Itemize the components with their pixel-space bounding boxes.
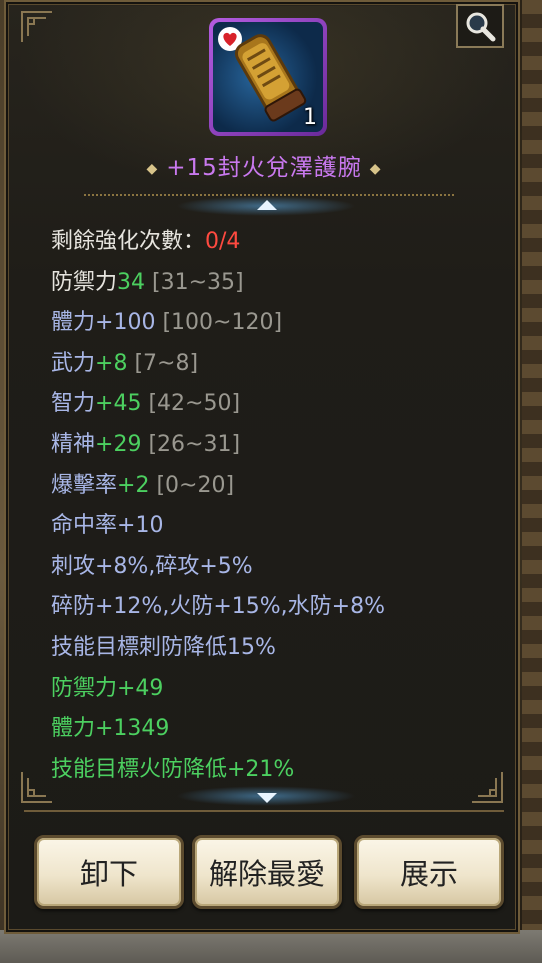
arrow-down-icon[interactable] [257, 793, 277, 803]
stat-label: 爆擊率 [51, 472, 118, 498]
stat-row: 智力+45 [42~50] [51, 386, 511, 427]
stat-label: 體力 [51, 310, 96, 336]
stat-value: +100 [95, 310, 156, 336]
stat-label: 武力 [51, 350, 96, 376]
unfavorite-button[interactable]: 解除最愛 [192, 835, 342, 909]
stat-label: 精神 [51, 431, 96, 457]
magnifier-icon[interactable] [456, 4, 504, 48]
stat-label: 技能目標火防降低+21% [51, 756, 295, 782]
diamond-icon: ◆ [369, 160, 382, 177]
scene-bottom-strip [0, 930, 542, 963]
stat-label: 碎防+12%,火防+15%,水防+8% [51, 594, 385, 620]
corner-ornament-icon [20, 10, 54, 44]
stat-row: 精神+29 [26~31] [51, 427, 511, 468]
stat-value: 0/4 [205, 229, 241, 254]
stat-label: 剩餘強化次數： [51, 229, 206, 254]
stat-row: 命中率+10 [51, 508, 511, 549]
unequip-button[interactable]: 卸下 [34, 835, 184, 909]
item-count: 1 [303, 105, 317, 130]
stat-label: 防禦力 [51, 269, 118, 295]
stat-label: 技能目標刺防降低15% [51, 634, 276, 660]
stat-row: 剩餘強化次數：0/4 [51, 224, 511, 265]
item-icon-slot[interactable]: 1 [209, 18, 327, 136]
stat-value: +29 [95, 431, 142, 457]
stat-row: 碎防+12%,火防+15%,水防+8% [51, 589, 511, 630]
stat-value: +45 [95, 391, 142, 417]
stat-row: 體力+1349 [51, 711, 511, 752]
stat-row: 武力+8 [7~8] [51, 346, 511, 387]
scene-edge-decoration [522, 0, 542, 963]
stat-label: 智力 [51, 391, 96, 417]
stat-value: +10 [117, 513, 164, 539]
item-name: +15封火兌澤護腕 [166, 155, 362, 181]
divider [24, 810, 504, 812]
stat-row: 體力+100 [100~120] [51, 305, 511, 346]
show-button[interactable]: 展示 [354, 835, 504, 909]
stat-value: +2 [117, 472, 150, 498]
stat-range: [42~50] [148, 391, 241, 417]
stat-value: +8 [95, 350, 128, 376]
stat-label: 防禦力+49 [51, 675, 164, 701]
stat-range: [0~20] [156, 472, 235, 498]
stat-row: 技能目標刺防降低15% [51, 630, 511, 671]
stat-list: 剩餘強化次數：0/4 防禦力34 [31~35] 體力+100 [100~120] 武… [51, 224, 511, 792]
stat-range: [26~31] [148, 431, 241, 457]
stat-label: 刺攻+8%,碎攻+5% [51, 553, 253, 579]
stat-range: [31~35] [152, 269, 244, 295]
stat-row: 防禦力+49 [51, 671, 511, 712]
stat-range: [100~120] [162, 310, 283, 336]
stat-row: 刺攻+8%,碎攻+5% [51, 549, 511, 590]
corner-ornament-icon [20, 770, 54, 804]
item-tooltip-panel: 1 ◆ +15封火兌澤護腕 ◆ 剩餘強化次數：0/4 防禦力34 [31~35] 體力+… [4, 0, 520, 934]
item-name-row: ◆ +15封火兌澤護腕 ◆ [6, 148, 522, 182]
diamond-icon: ◆ [146, 160, 159, 177]
arrow-up-icon[interactable] [257, 200, 277, 210]
stat-value: 34 [117, 269, 146, 295]
stat-range: [7~8] [134, 350, 199, 376]
stat-label: 命中率 [51, 513, 118, 539]
stat-row: 爆擊率+2 [0~20] [51, 468, 511, 509]
stat-row: 防禦力34 [31~35] [51, 265, 511, 306]
stat-label: 體力+1349 [51, 716, 170, 742]
